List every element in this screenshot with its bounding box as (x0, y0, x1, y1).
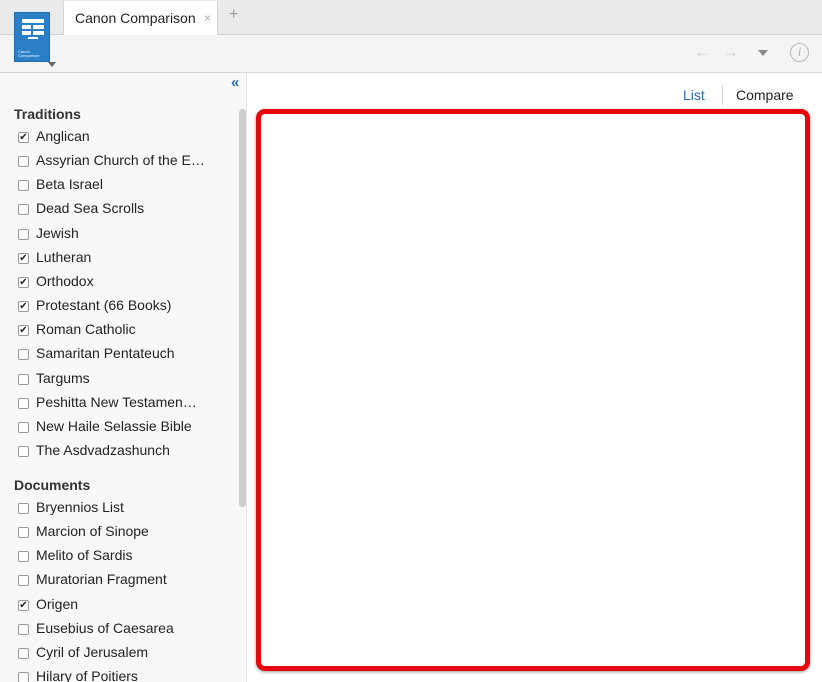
checkbox-unchecked[interactable] (18, 551, 29, 563)
tab-canon-comparison[interactable]: Canon Comparison × (63, 1, 218, 35)
checkbox-label: Melito of Sardis (36, 547, 133, 564)
checkbox-checked[interactable]: ✔ (18, 325, 29, 337)
checkbox-unchecked[interactable] (18, 623, 29, 635)
checkbox-unchecked[interactable] (18, 647, 29, 659)
canon-comparison-app-icon: Canon Comparison (14, 12, 50, 62)
checkbox-item[interactable]: ✔ Lutheran (18, 249, 233, 271)
checkbox-checked[interactable]: ✔ (18, 301, 29, 313)
checkbox-unchecked[interactable] (18, 204, 29, 216)
checkbox-label: Assyrian Church of the E… (36, 152, 205, 169)
close-icon[interactable]: × (204, 11, 211, 25)
checkbox-label: Hilary of Poitiers (36, 668, 138, 682)
checkbox-item[interactable]: ✔ Anglican (18, 128, 233, 150)
checkbox-unchecked[interactable] (18, 397, 29, 409)
checkbox-item[interactable]: Assyrian Church of the E… (18, 152, 233, 174)
checkbox-item[interactable]: New Haile Selassie Bible (18, 418, 233, 440)
checkbox-item[interactable]: Beta Israel (18, 176, 233, 198)
checkbox-label: Orthodox (36, 272, 94, 289)
checkbox-item[interactable]: ✔ Origen (18, 596, 233, 618)
sidebar-scrollbar[interactable] (239, 109, 246, 507)
tab-strip: Canon Comparison × + (0, 0, 822, 35)
comparison-panel (256, 109, 810, 671)
documents-heading: Documents (14, 477, 91, 493)
checkbox-label: Muratorian Fragment (36, 571, 167, 588)
checkbox-unchecked[interactable] (18, 527, 29, 539)
checkbox-label: Samaritan Pentateuch (36, 345, 175, 362)
checkbox-unchecked[interactable] (18, 421, 29, 433)
checkbox-unchecked[interactable] (18, 575, 29, 587)
app-menu-caret-icon[interactable] (48, 62, 56, 67)
list-view-link[interactable]: List (683, 87, 705, 103)
checkbox-checked[interactable]: ✔ (18, 252, 29, 264)
checkbox-unchecked[interactable] (18, 373, 29, 385)
checkbox-item[interactable]: Dead Sea Scrolls (18, 200, 233, 222)
checkbox-unchecked[interactable] (18, 672, 29, 682)
checkbox-item[interactable]: Marcion of Sinope (18, 523, 233, 545)
add-tab-icon[interactable]: + (229, 6, 238, 24)
checkbox-item[interactable]: ✔ Roman Catholic (18, 321, 233, 343)
history-dropdown-icon[interactable] (758, 50, 768, 56)
info-icon[interactable]: i (790, 43, 809, 62)
checkbox-label: Targums (36, 369, 90, 386)
checkbox-unchecked[interactable] (18, 156, 29, 168)
checkbox-item[interactable]: Muratorian Fragment (18, 571, 233, 593)
checkbox-item[interactable]: Jewish (18, 225, 233, 247)
view-divider (722, 85, 723, 105)
checkbox-item[interactable]: ✔ Protestant (66 Books) (18, 297, 233, 319)
back-arrow-icon[interactable]: ← (694, 42, 711, 62)
checkbox-label: Eusebius of Caesarea (36, 619, 174, 636)
checkbox-item[interactable]: Peshitta New Testamen… (18, 394, 233, 416)
checkbox-unchecked[interactable] (18, 445, 29, 457)
checkbox-label: Beta Israel (36, 176, 103, 193)
tab-label: Canon Comparison (75, 10, 196, 26)
checkbox-item[interactable]: Eusebius of Caesarea (18, 620, 233, 642)
checkbox-unchecked[interactable] (18, 180, 29, 192)
checkbox-label: Dead Sea Scrolls (36, 200, 145, 217)
sidebar: « Traditions ✔ Anglican Assyrian Church of… (0, 73, 247, 682)
grid-icon (22, 19, 44, 39)
checkbox-item[interactable]: Cyril of Jerusalem (18, 644, 233, 666)
checkbox-label: The Asdvadzashunch (36, 441, 170, 458)
checkbox-label: Bryennios List (36, 499, 124, 515)
compare-view-link[interactable]: Compare (736, 87, 794, 103)
checkbox-item[interactable]: Melito of Sardis (18, 547, 233, 569)
checkbox-label: Lutheran (36, 248, 92, 265)
app-icon-caption: Canon Comparison (18, 49, 40, 58)
checkbox-label: Peshitta New Testamen… (36, 393, 197, 410)
checkbox-item[interactable]: Hilary of Poitiers (18, 668, 233, 682)
traditions-heading: Traditions (14, 106, 81, 122)
toolbar: ← → i (0, 35, 822, 73)
checkbox-unchecked[interactable] (18, 228, 29, 240)
checkbox-label: Anglican (36, 128, 90, 144)
collapse-sidebar-icon[interactable]: « (231, 74, 239, 91)
checkbox-label: Jewish (36, 224, 79, 241)
checkbox-label: Protestant (66 Books) (36, 297, 172, 314)
checkbox-checked[interactable]: ✔ (18, 132, 29, 143)
checkbox-checked[interactable]: ✔ (18, 276, 29, 288)
checkbox-item[interactable]: Bryennios List (18, 499, 233, 521)
app-menu-button[interactable]: Canon Comparison (14, 12, 50, 64)
checkbox-item[interactable]: Targums (18, 370, 233, 392)
checkbox-unchecked[interactable] (18, 349, 29, 361)
checkbox-label: Roman Catholic (36, 321, 136, 338)
forward-arrow-icon[interactable]: → (722, 42, 739, 62)
checkbox-checked[interactable]: ✔ (18, 599, 29, 611)
checkbox-label: Marcion of Sinope (36, 523, 149, 540)
checkbox-label: Cyril of Jerusalem (36, 643, 149, 660)
checkbox-item[interactable]: ✔ Orthodox (18, 273, 233, 295)
checkbox-item[interactable]: The Asdvadzashunch (18, 442, 233, 464)
checkbox-label: New Haile Selassie Bible (36, 417, 192, 434)
checkbox-label: Origen (36, 595, 79, 612)
checkbox-unchecked[interactable] (18, 503, 29, 514)
checkbox-item[interactable]: Samaritan Pentateuch (18, 345, 233, 367)
